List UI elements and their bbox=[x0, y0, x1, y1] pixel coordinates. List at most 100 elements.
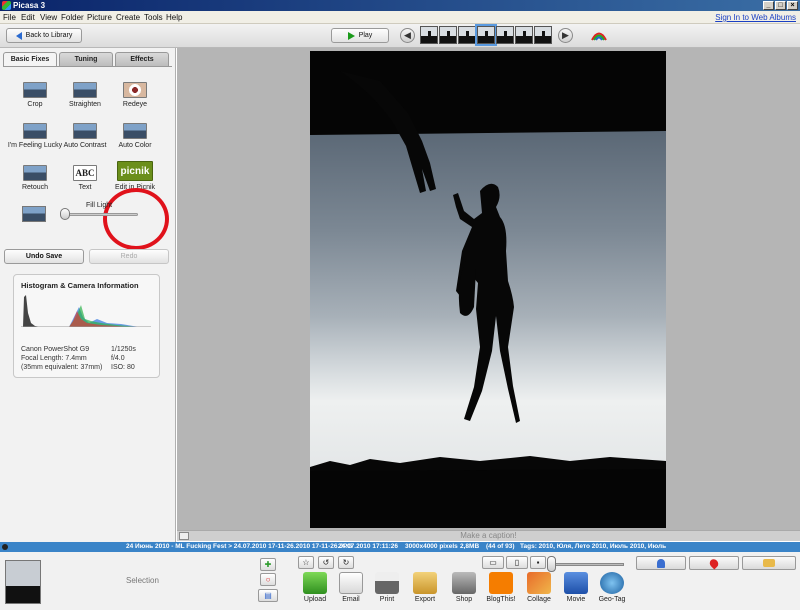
zoom-icon[interactable]: ▪ bbox=[530, 556, 546, 569]
menu-folder[interactable]: Folder bbox=[61, 13, 84, 22]
auto-color-label: Auto Color bbox=[118, 142, 152, 149]
undo-save-button[interactable]: Undo Save bbox=[4, 249, 84, 264]
crop-button[interactable]: Crop bbox=[7, 82, 63, 108]
menu-view[interactable]: View bbox=[40, 13, 57, 22]
filmstrip-thumb[interactable] bbox=[420, 26, 438, 44]
redeye-button[interactable]: Redeye bbox=[107, 82, 163, 108]
auto-contrast-label: Auto Contrast bbox=[63, 142, 107, 149]
sign-in-link[interactable]: Sign In to Web Albums bbox=[715, 13, 796, 22]
tab-effects[interactable]: Effects bbox=[115, 52, 169, 66]
export-label: Export bbox=[414, 596, 436, 603]
feeling-lucky-button[interactable]: I'm Feeling Lucky bbox=[7, 123, 63, 149]
redo-button[interactable]: Redo bbox=[89, 249, 169, 264]
retouch-button[interactable]: Retouch bbox=[7, 165, 63, 191]
filmstrip-thumb[interactable] bbox=[496, 26, 514, 44]
fill-light-slider-knob[interactable] bbox=[60, 208, 70, 220]
minimize-button[interactable]: _ bbox=[763, 1, 774, 10]
filmstrip-thumb-selected[interactable] bbox=[475, 24, 497, 46]
auto-color-button[interactable]: Auto Color bbox=[107, 123, 163, 149]
straighten-label: Straighten bbox=[69, 101, 101, 108]
upload-button[interactable]: Upload bbox=[295, 572, 335, 603]
color-palette-icon[interactable] bbox=[590, 29, 608, 42]
blogthis-button[interactable]: BlogThis! bbox=[481, 572, 521, 603]
print-label: Print bbox=[379, 596, 395, 603]
filmstrip bbox=[420, 24, 552, 46]
histogram-panel: Histogram & Camera Information Canon Pow… bbox=[13, 274, 160, 378]
collage-button[interactable]: Collage bbox=[519, 572, 559, 603]
photo-viewer bbox=[177, 48, 800, 530]
menu-file[interactable]: File bbox=[3, 13, 16, 22]
email-label: Email bbox=[342, 596, 360, 603]
play-button[interactable]: Play bbox=[331, 28, 389, 43]
menu-help[interactable]: Help bbox=[166, 13, 182, 22]
edit-in-picnik-button[interactable]: picnik Edit in Picnik bbox=[107, 161, 163, 191]
close-button[interactable]: × bbox=[787, 1, 798, 10]
print-button[interactable]: Print bbox=[367, 572, 407, 603]
movie-icon bbox=[564, 572, 588, 594]
fill-light-icon bbox=[22, 206, 46, 222]
view-single-icon[interactable]: ▭ bbox=[482, 556, 504, 569]
add-to-album-icon[interactable]: ▤ bbox=[258, 589, 278, 602]
menu-create[interactable]: Create bbox=[116, 13, 140, 22]
blogthis-label: BlogThis! bbox=[486, 596, 516, 603]
auto-contrast-button[interactable]: Auto Contrast bbox=[57, 123, 113, 149]
menu-bar: File Edit View Folder Picture Create Too… bbox=[0, 11, 800, 24]
photo-silhouette bbox=[310, 51, 666, 528]
crop-icon bbox=[23, 82, 47, 98]
prev-arrow-icon[interactable]: ◀ bbox=[400, 28, 415, 43]
status-left-icon[interactable] bbox=[2, 544, 8, 550]
tray-thumbnail[interactable] bbox=[5, 560, 41, 604]
caption-bar[interactable]: Make a caption! bbox=[177, 530, 800, 541]
collage-label: Collage bbox=[527, 596, 551, 603]
maximize-button[interactable]: □ bbox=[775, 1, 786, 10]
export-button[interactable]: Export bbox=[405, 572, 445, 603]
filmstrip-thumb[interactable] bbox=[515, 26, 533, 44]
text-button[interactable]: ABC Text bbox=[57, 165, 113, 191]
straighten-button[interactable]: Straighten bbox=[57, 82, 113, 108]
camera-model: Canon PowerShot G9 bbox=[21, 346, 90, 353]
shutter-speed: 1/1250s bbox=[111, 346, 136, 353]
email-button[interactable]: Email bbox=[331, 572, 371, 603]
menu-edit[interactable]: Edit bbox=[21, 13, 35, 22]
filmstrip-thumb[interactable] bbox=[439, 26, 457, 44]
folder-icon bbox=[413, 572, 437, 594]
zoom-slider-knob[interactable] bbox=[547, 556, 556, 572]
places-button[interactable] bbox=[689, 556, 739, 570]
upload-icon bbox=[303, 572, 327, 594]
view-split-icon[interactable]: ▯ bbox=[506, 556, 528, 569]
histogram-title: Histogram & Camera Information bbox=[21, 281, 139, 290]
clear-icon[interactable]: ○ bbox=[260, 573, 276, 586]
tab-basic-fixes[interactable]: Basic Fixes bbox=[3, 52, 57, 66]
rotate-right-icon[interactable]: ↻ bbox=[338, 556, 354, 569]
title-bar: Picasa 3 _ □ × bbox=[0, 0, 800, 11]
caption-close-icon[interactable] bbox=[179, 532, 189, 540]
hold-icon[interactable]: ✚ bbox=[260, 558, 276, 571]
menu-picture[interactable]: Picture bbox=[87, 13, 112, 22]
photo[interactable] bbox=[310, 51, 666, 528]
back-to-library-button[interactable]: Back to Library bbox=[6, 28, 82, 43]
fill-light-label: Fill Light bbox=[86, 202, 113, 209]
auto-contrast-icon bbox=[73, 123, 97, 139]
shop-button[interactable]: Shop bbox=[444, 572, 484, 603]
filmstrip-thumb[interactable] bbox=[458, 26, 476, 44]
aperture: f/4.0 bbox=[111, 355, 125, 362]
upload-label: Upload bbox=[303, 596, 327, 603]
geotag-button[interactable]: Geo-Tag bbox=[592, 572, 632, 603]
toolbar: Back to Library Play ◀ ▶ bbox=[0, 24, 800, 48]
tags-button[interactable] bbox=[742, 556, 796, 570]
rotate-left-icon[interactable]: ↺ bbox=[318, 556, 334, 569]
edit-panel: Basic Fixes Tuning Effects Crop Straight… bbox=[0, 48, 176, 542]
selection-label: Selection bbox=[126, 576, 159, 585]
picnik-icon: picnik bbox=[117, 161, 153, 181]
menu-tools[interactable]: Tools bbox=[144, 13, 163, 22]
zoom-slider[interactable] bbox=[552, 563, 624, 566]
next-arrow-icon[interactable]: ▶ bbox=[558, 28, 573, 43]
star-icon[interactable]: ☆ bbox=[298, 556, 314, 569]
status-tags: Tags: 2010, Юля, Лето 2010, Июль 2010, И… bbox=[520, 543, 667, 550]
filmstrip-thumb[interactable] bbox=[534, 26, 552, 44]
tab-tuning[interactable]: Tuning bbox=[59, 52, 113, 66]
movie-button[interactable]: Movie bbox=[556, 572, 596, 603]
people-button[interactable] bbox=[636, 556, 686, 570]
fill-light-slider[interactable] bbox=[64, 213, 138, 216]
shop-icon bbox=[452, 572, 476, 594]
